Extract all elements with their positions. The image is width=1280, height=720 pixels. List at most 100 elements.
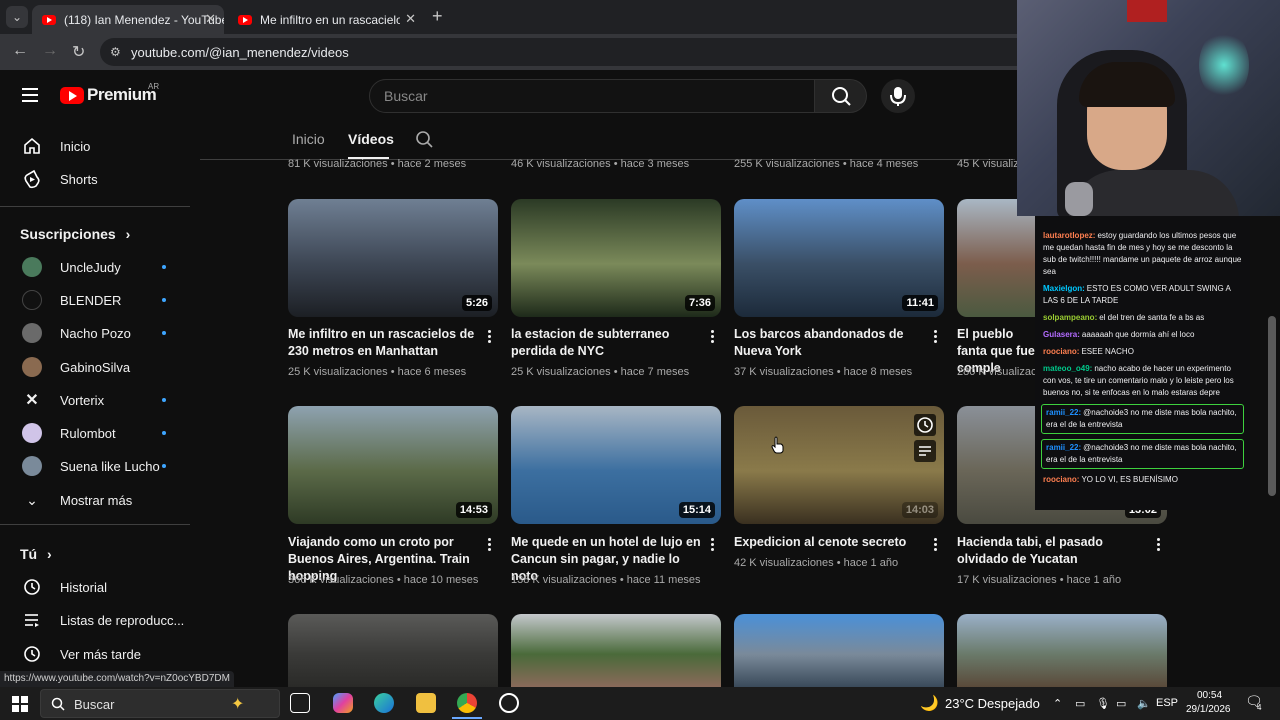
video-thumbnail[interactable] bbox=[511, 614, 721, 687]
reload-icon[interactable]: ↻ bbox=[72, 42, 85, 62]
voice-search-button[interactable] bbox=[881, 79, 915, 113]
tab-home[interactable]: Inicio bbox=[292, 131, 325, 147]
tab-search-chevron-icon[interactable]: ⌄ bbox=[6, 6, 28, 28]
site-info-icon[interactable]: ⚙ bbox=[110, 45, 121, 59]
video-thumbnail[interactable]: 5:26 bbox=[288, 199, 498, 317]
more-options-icon[interactable] bbox=[934, 538, 938, 553]
chat-username: Gulasera: bbox=[1043, 330, 1080, 339]
more-options-icon[interactable] bbox=[1157, 538, 1161, 553]
forward-arrow-icon[interactable]: → bbox=[42, 42, 58, 60]
sidebar-item-subscription[interactable]: Suena like Lucho bbox=[12, 450, 190, 482]
video-title[interactable]: Expedicion al cenote secreto bbox=[734, 534, 924, 551]
shorts-icon bbox=[20, 167, 44, 191]
volume-icon[interactable]: 🔈 bbox=[1137, 697, 1151, 710]
video-age: hace 7 meses bbox=[620, 366, 690, 378]
clock-time[interactable]: 00:54 bbox=[1197, 690, 1222, 701]
sidebar-item-subscription[interactable]: UncleJudy bbox=[12, 251, 190, 283]
search-button[interactable] bbox=[815, 79, 867, 113]
watch-later-icon[interactable] bbox=[914, 414, 936, 436]
video-title[interactable]: la estacion de subterraneo perdida de NY… bbox=[511, 326, 701, 360]
more-options-icon[interactable] bbox=[711, 330, 715, 345]
video-thumbnail[interactable]: 15:14 bbox=[511, 406, 721, 524]
channel-avatar-wrap bbox=[20, 454, 44, 478]
sidebar-item-history[interactable]: Historial bbox=[12, 571, 190, 603]
video-title[interactable]: Me infiltro en un rascacielos de 230 met… bbox=[288, 326, 478, 360]
subscriptions-heading[interactable]: Suscripciones › bbox=[20, 226, 130, 242]
sidebar-item-playlists[interactable]: Listas de reproducc... bbox=[12, 604, 190, 636]
video-thumbnail[interactable]: 14:53 bbox=[288, 406, 498, 524]
file-explorer-icon[interactable] bbox=[416, 693, 436, 713]
clock-date[interactable]: 29/1/2026 bbox=[1186, 704, 1231, 715]
chat-message: Maxielgon: ESTO ES COMO VER ADULT SWING A… bbox=[1043, 283, 1244, 307]
more-options-icon[interactable] bbox=[488, 538, 492, 553]
network-icon[interactable]: ▭ bbox=[1116, 697, 1126, 710]
search-input[interactable] bbox=[384, 88, 784, 104]
copilot-icon[interactable] bbox=[333, 693, 353, 713]
chrome-icon[interactable] bbox=[457, 693, 477, 713]
close-tab-icon[interactable]: ✕ bbox=[405, 11, 416, 27]
more-options-icon[interactable] bbox=[934, 330, 938, 345]
sidebar-item-subscription[interactable]: Nacho Pozo bbox=[12, 317, 190, 349]
browser-tab-active[interactable]: (118) Ian Menendez - YouTube ✕ bbox=[32, 5, 224, 34]
chevron-up-icon[interactable]: ⌃ bbox=[1053, 697, 1062, 710]
show-more-button[interactable]: ⌄ Mostrar más bbox=[12, 484, 190, 516]
video-thumbnail[interactable]: 7:36 bbox=[511, 199, 721, 317]
browser-tab[interactable]: Me infiltro en un rascacielos de ✕ bbox=[228, 5, 424, 34]
taskbar-search-box[interactable]: Buscar ✦ bbox=[40, 689, 280, 718]
channel-avatar-wrap: ✕ bbox=[20, 388, 44, 412]
video-thumbnail[interactable] bbox=[734, 614, 944, 687]
hamburger-menu-icon[interactable] bbox=[22, 88, 38, 102]
avatar bbox=[22, 357, 42, 377]
video-meta: 46 K visualizaciones • hace 3 meses bbox=[511, 158, 690, 170]
chevron-down-icon: ⌄ bbox=[26, 491, 38, 508]
sidebar-item-subscription[interactable]: BLENDER bbox=[12, 284, 190, 316]
sidebar-item-label: Listas de reproducc... bbox=[60, 612, 185, 628]
more-options-icon[interactable] bbox=[711, 538, 715, 553]
camera-tray-icon[interactable]: ▭ bbox=[1075, 697, 1085, 710]
microphone-tray-icon[interactable]: 🎙 bbox=[1096, 697, 1110, 710]
chat-message: lautarotlopez: estoy guardando los ultimo… bbox=[1043, 230, 1244, 278]
back-arrow-icon[interactable]: ← bbox=[12, 42, 28, 60]
video-meta: 366 K visualizaciones • hace 10 meses bbox=[288, 574, 479, 586]
page-scrollbar-thumb[interactable] bbox=[1268, 316, 1276, 496]
sidebar-item-subscription[interactable]: Rulombot bbox=[12, 417, 190, 449]
weather-text[interactable]: 23°C Despejado bbox=[945, 696, 1040, 711]
video-title[interactable]: Hacienda tabi, el pasado olvidado de Yuc… bbox=[957, 534, 1147, 568]
sidebar-item-subscription[interactable]: ✕ Vorterix bbox=[12, 384, 190, 416]
chevron-right-icon: › bbox=[125, 226, 131, 242]
task-view-icon[interactable] bbox=[290, 693, 310, 713]
obs-icon[interactable] bbox=[499, 693, 519, 713]
sidebar-item-label: GabinoSilva bbox=[60, 359, 131, 375]
new-content-dot bbox=[162, 431, 166, 435]
tab-videos[interactable]: Vídeos bbox=[348, 131, 394, 147]
chat-text: aaaaaah que dormía ahí el loco bbox=[1081, 330, 1195, 339]
sidebar-item-label: Shorts bbox=[60, 171, 98, 187]
channel-search-icon[interactable] bbox=[415, 130, 435, 150]
view-count: 42 K visualizaciones bbox=[734, 557, 834, 569]
new-tab-icon[interactable]: + bbox=[432, 6, 443, 27]
windows-start-icon[interactable] bbox=[12, 696, 28, 712]
sidebar-item-shorts[interactable]: Shorts bbox=[12, 163, 190, 195]
video-meta: 81 K visualizaciones • hace 2 meses bbox=[288, 158, 467, 170]
language-indicator[interactable]: ESP bbox=[1156, 697, 1178, 709]
sidebar-item-watch-later[interactable]: Ver más tarde bbox=[12, 638, 190, 670]
close-tab-icon[interactable]: ✕ bbox=[205, 11, 216, 27]
add-to-queue-icon[interactable] bbox=[914, 440, 936, 462]
chat-message: solpampeano: el del tren de santa fe a bs… bbox=[1043, 312, 1244, 324]
edge-icon[interactable] bbox=[374, 693, 394, 713]
avatar bbox=[22, 323, 42, 343]
more-options-icon[interactable] bbox=[488, 330, 492, 345]
subscriptions-heading-label: Suscripciones bbox=[20, 226, 116, 242]
youtube-premium-logo[interactable]: Premium AR bbox=[60, 82, 159, 105]
neon-light-image bbox=[1199, 30, 1249, 100]
new-content-dot bbox=[162, 298, 166, 302]
video-thumbnail[interactable] bbox=[957, 614, 1167, 687]
you-heading[interactable]: Tú › bbox=[20, 546, 52, 562]
video-thumbnail[interactable]: 14:03 bbox=[734, 406, 944, 524]
sidebar-item-home[interactable]: Inicio bbox=[12, 130, 190, 162]
video-title[interactable]: Los barcos abandonados de Nueva York bbox=[734, 326, 924, 360]
video-thumbnail[interactable]: 11:41 bbox=[734, 199, 944, 317]
video-thumbnail[interactable] bbox=[288, 614, 498, 687]
chat-username: solpampeano: bbox=[1043, 313, 1098, 322]
sidebar-item-subscription[interactable]: GabinoSilva bbox=[12, 351, 190, 383]
